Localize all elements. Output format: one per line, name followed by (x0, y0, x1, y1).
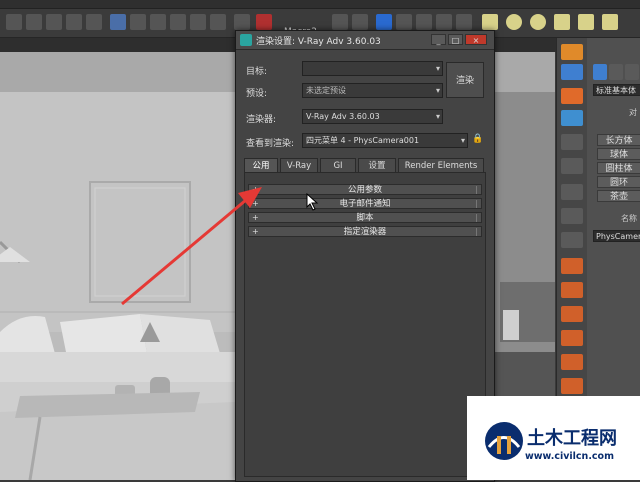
civilcn-logo-icon (485, 422, 523, 460)
watermark: 土木工程网 www.civilcn.com (467, 396, 640, 480)
watermark-name: 土木工程网 (527, 428, 617, 449)
watermark-url: www.civilcn.com (525, 451, 614, 462)
